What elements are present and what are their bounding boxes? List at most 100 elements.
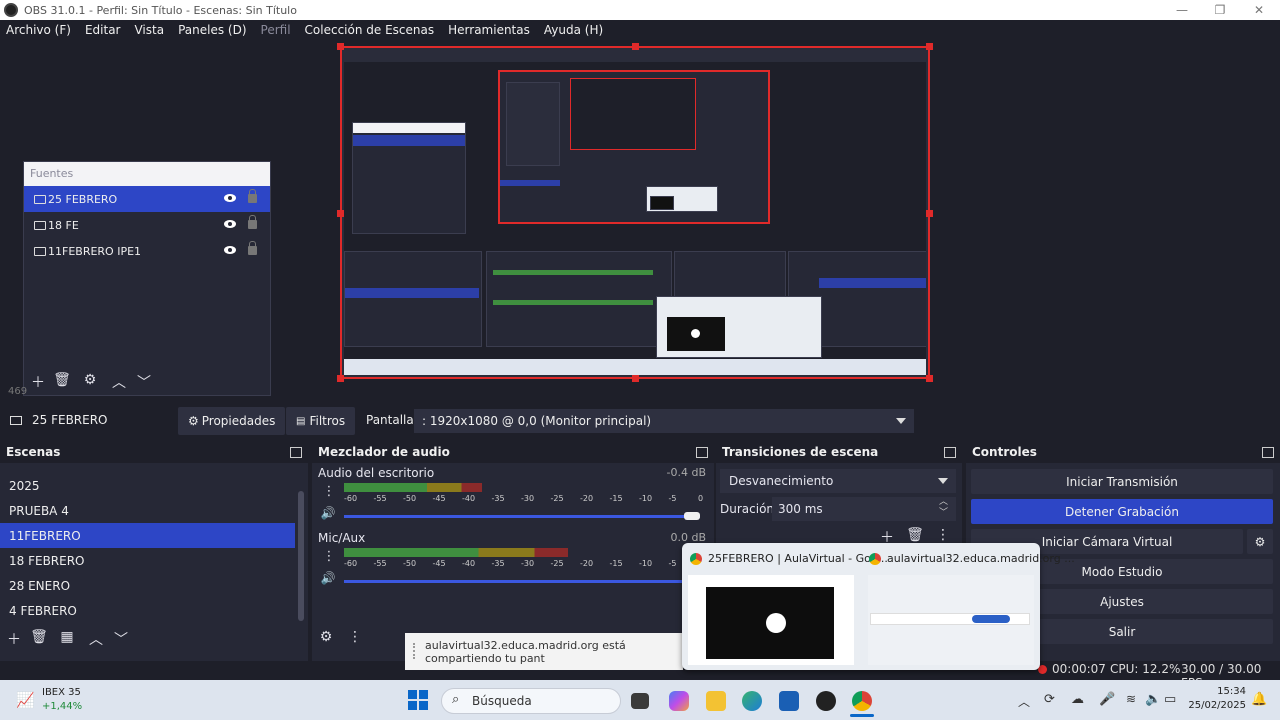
windows-start-icon[interactable] [408, 690, 428, 710]
duration-spinbox[interactable]: 300 ms ︿ ﹀ [772, 497, 956, 521]
scenes-scrollbar[interactable] [298, 491, 304, 621]
speaker-icon[interactable]: 🔊 [319, 506, 337, 520]
visibility-eye-icon[interactable] [224, 246, 236, 254]
undock-icon[interactable] [944, 447, 956, 458]
thumb-tab-title[interactable]: 25FEBRERO | AulaVirtual - Goo... [708, 552, 888, 565]
scene-item[interactable]: 11FEBRERO [0, 523, 295, 548]
undock-icon[interactable] [290, 447, 302, 458]
cloud-icon[interactable]: ☁ [1071, 692, 1084, 707]
resize-handle[interactable] [632, 375, 639, 382]
close-button[interactable]: ✕ [1240, 0, 1278, 20]
properties-button[interactable]: ⚙ Propiedades [178, 407, 286, 435]
scene-item[interactable]: 28 ENERO [0, 573, 308, 598]
volume-icon[interactable]: 🔈 [1145, 692, 1161, 707]
menu-ayuda[interactable]: Ayuda (H) [544, 23, 603, 37]
thumb-preview[interactable] [868, 575, 1034, 665]
thumb-tab-title[interactable]: aulavirtual32.educa.madrid.org ... [887, 552, 1075, 565]
kebab-menu-icon[interactable]: ⋮ [320, 484, 338, 499]
lock-icon[interactable] [248, 241, 257, 255]
spin-arrows-icon[interactable]: ︿ ﹀ [939, 497, 948, 519]
wifi-icon[interactable]: ≋ [1126, 692, 1136, 706]
move-up-icon[interactable]: ︿ [110, 372, 128, 392]
store-icon[interactable] [779, 691, 799, 711]
add-scene-button[interactable]: ＋ [5, 629, 23, 649]
volume-slider-knob[interactable] [684, 512, 700, 520]
copilot-icon[interactable] [669, 691, 689, 711]
remove-transition-icon[interactable]: 🗑 [906, 527, 924, 543]
menu-coleccion-escenas[interactable]: Colección de Escenas [305, 23, 435, 37]
monitor-icon [34, 194, 46, 204]
source-item[interactable]: 11FEBRERO IPE1 [24, 238, 270, 264]
source-item[interactable]: 18 FE [24, 212, 270, 238]
scene-item[interactable]: PRUEBA 4 [0, 498, 308, 523]
chrome-icon[interactable] [852, 691, 872, 711]
resize-handle[interactable] [337, 210, 344, 217]
speaker-icon[interactable]: 🔊 [319, 571, 337, 585]
scenes-dock-title: Escenas [0, 443, 308, 463]
menu-editar[interactable]: Editar [85, 23, 121, 37]
nested-scenes-dock [344, 251, 482, 347]
menu-archivo[interactable]: Archivo (F) [6, 23, 71, 37]
remove-scene-icon[interactable]: 🗑 [30, 629, 48, 645]
sync-icon[interactable]: ⟳ [1044, 692, 1055, 707]
taskbar-search-box[interactable]: ⌕ Búsqueda [441, 688, 621, 714]
kebab-menu-icon[interactable]: ⋮ [934, 527, 952, 543]
mixer-settings-icon[interactable]: ⚙ [317, 629, 335, 645]
preview-canvas[interactable] [337, 43, 933, 382]
remove-source-icon[interactable]: 🗑 [53, 372, 71, 388]
lock-icon[interactable] [248, 215, 257, 229]
obs-icon[interactable] [816, 691, 836, 711]
meter-tick-label: -10 [639, 559, 653, 568]
channel-name: Mic/Aux [318, 531, 366, 545]
source-item[interactable]: 25 FEBRERO [24, 186, 270, 212]
file-explorer-icon[interactable] [706, 691, 726, 711]
tray-overflow-icon[interactable]: ︿ [1018, 693, 1030, 710]
add-source-button[interactable]: ＋ [29, 372, 47, 392]
resize-handle[interactable] [337, 43, 344, 50]
display-select[interactable]: : 1920x1080 @ 0,0 (Monitor principal) [414, 409, 914, 433]
start-streaming-button[interactable]: Iniciar Transmisión [971, 469, 1273, 494]
resize-handle[interactable] [926, 43, 933, 50]
visibility-eye-icon[interactable] [224, 194, 236, 202]
scene-item[interactable]: 2025 [0, 473, 308, 498]
widget-title[interactable]: IBEX 35 [42, 687, 81, 698]
thumb-preview[interactable] [688, 575, 854, 665]
kebab-menu-icon[interactable]: ⋮ [346, 629, 364, 645]
scene-filters-icon[interactable]: ▦ [58, 629, 76, 645]
undock-icon[interactable] [696, 447, 708, 458]
filters-button[interactable]: ▤ Filtros [286, 407, 356, 435]
move-up-icon[interactable]: ︿ [87, 629, 105, 649]
undock-icon[interactable] [1262, 447, 1274, 458]
clock-date[interactable]: 25/02/2025 [1186, 700, 1246, 711]
maximize-button[interactable]: ❐ [1201, 0, 1239, 20]
resize-handle[interactable] [926, 210, 933, 217]
kebab-menu-icon[interactable]: ⋮ [320, 549, 338, 564]
clock-time[interactable]: 15:34 [1190, 686, 1246, 697]
lock-icon[interactable] [248, 189, 257, 203]
microphone-icon[interactable]: 🎤 [1099, 692, 1115, 707]
volume-slider[interactable] [344, 580, 700, 583]
resize-handle[interactable] [632, 43, 639, 50]
menu-vista[interactable]: Vista [134, 23, 164, 37]
visibility-eye-icon[interactable] [224, 220, 236, 228]
resize-handle[interactable] [337, 375, 344, 382]
battery-icon[interactable]: ▭ [1164, 692, 1176, 707]
virtual-camera-settings-icon[interactable]: ⚙ [1247, 529, 1273, 554]
move-down-icon[interactable]: ﹀ [112, 629, 130, 649]
notification-bell-icon[interactable]: 🔔 [1251, 692, 1267, 707]
transition-select[interactable]: Desvanecimiento [720, 469, 956, 493]
menu-herramientas[interactable]: Herramientas [448, 23, 530, 37]
task-view-icon[interactable] [631, 693, 649, 709]
edge-icon[interactable] [742, 691, 762, 711]
move-down-icon[interactable]: ﹀ [135, 372, 153, 392]
minimize-button[interactable]: — [1163, 0, 1201, 20]
volume-slider[interactable] [344, 515, 700, 518]
resize-handle[interactable] [926, 375, 933, 382]
stop-recording-button[interactable]: Detener Grabación [971, 499, 1273, 524]
source-settings-icon[interactable]: ⚙ [81, 372, 99, 388]
menu-paneles[interactable]: Paneles (D) [178, 23, 246, 37]
menu-perfil[interactable]: Perfil [261, 23, 291, 37]
scene-item[interactable]: 4 FEBRERO [0, 598, 308, 623]
drag-handle-icon[interactable] [413, 643, 415, 659]
scene-item[interactable]: 18 FEBRERO [0, 548, 308, 573]
